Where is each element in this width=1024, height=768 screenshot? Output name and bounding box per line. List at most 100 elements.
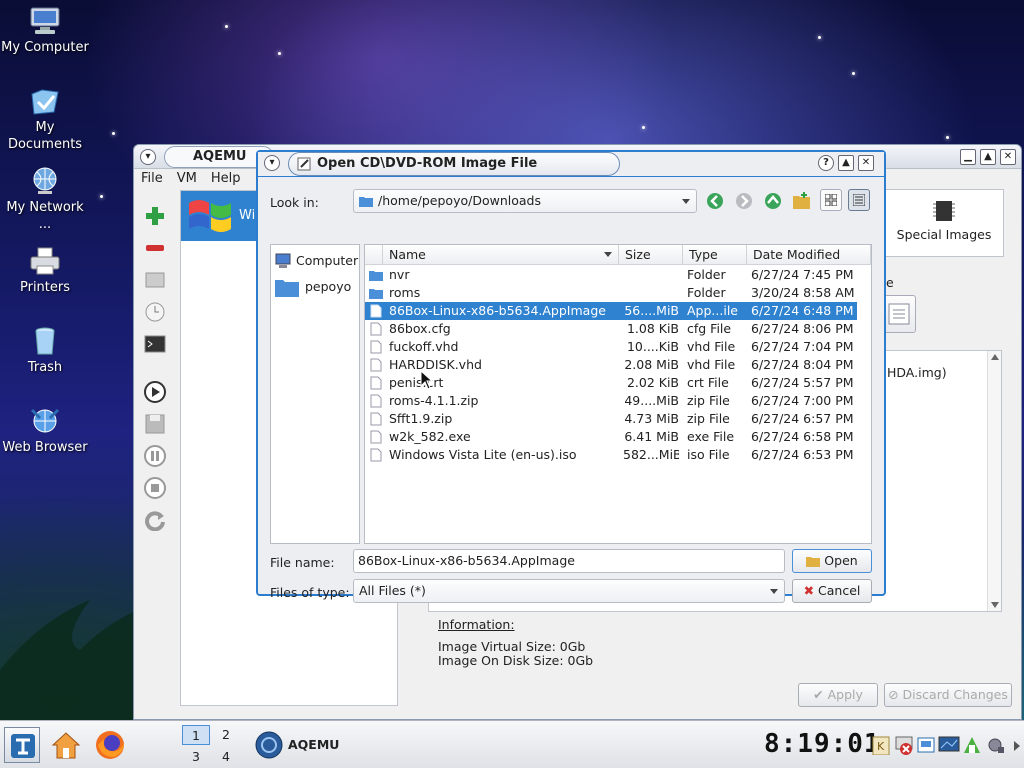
dialog-title-text: Open CD\DVD-ROM Image File: [317, 156, 538, 171]
grid-view-icon: [825, 194, 837, 206]
forward-icon[interactable]: [734, 191, 754, 211]
stop-button[interactable]: [142, 475, 168, 501]
desktop-icon-label: My Computer: [1, 40, 89, 55]
minimize-button[interactable]: ▁: [960, 149, 976, 165]
file-name: fuckoff.vhd: [389, 339, 459, 354]
plus-icon: [146, 207, 164, 225]
workspace-4[interactable]: 4: [212, 747, 240, 767]
sidebar-item-computer[interactable]: Computer: [275, 251, 359, 271]
terminal-button[interactable]: [142, 331, 168, 357]
reset-button[interactable]: [142, 507, 168, 533]
workspace-3[interactable]: 3: [182, 747, 210, 767]
file-row[interactable]: Sfft1.9.zip 4.73 MiB zip File 6/27/24 6:57 …: [365, 410, 857, 428]
discard-changes-button[interactable]: ⊘ Discard Changes: [884, 683, 1012, 707]
task-aqemu[interactable]: AQEMU: [250, 727, 370, 763]
file-size: 10....KiB: [626, 339, 679, 354]
desktop-icon-web-browser[interactable]: Web Browser: [0, 406, 90, 456]
display-icon[interactable]: [938, 735, 960, 755]
column-header-date[interactable]: Date Modified: [747, 245, 871, 265]
cancel-button[interactable]: ✖ Cancel: [792, 579, 872, 603]
pause-button[interactable]: [142, 443, 168, 469]
back-icon[interactable]: [705, 191, 725, 211]
scroll-down-icon[interactable]: [991, 602, 999, 608]
start-button[interactable]: [142, 379, 168, 405]
desktop-icon-my-documents[interactable]: My Documents: [0, 86, 90, 153]
vm-settings-button[interactable]: [142, 267, 168, 293]
scroll-up-icon[interactable]: [991, 354, 999, 360]
file-row[interactable]: w2k_582.exe 6.41 MiB exe File 6/27/24 6:58 …: [365, 428, 857, 446]
save-state-button[interactable]: [142, 411, 168, 437]
klipper-icon[interactable]: K: [872, 735, 890, 755]
special-images-tab[interactable]: Special Images: [884, 189, 1004, 257]
desktop-icon-my-network[interactable]: My Network ...: [0, 166, 90, 233]
workspace-2[interactable]: 2: [212, 725, 240, 745]
firefox-icon[interactable]: [94, 729, 126, 761]
file-size: 582...MiB: [623, 447, 679, 462]
new-folder-icon[interactable]: [792, 191, 812, 211]
remove-vm-button[interactable]: [142, 235, 168, 261]
file-row[interactable]: penis.crt 2.02 KiB crt File 6/27/24 5:57 PM: [365, 374, 857, 392]
maximize-button[interactable]: ▲: [980, 149, 996, 165]
file-icon: [370, 394, 382, 408]
file-type: iso File: [687, 447, 730, 462]
detail-view-button[interactable]: [848, 189, 870, 211]
file-row[interactable]: Windows Vista Lite (en-us).iso 582...MiB i…: [365, 446, 857, 464]
chip-icon: [933, 201, 955, 221]
add-vm-button[interactable]: [142, 203, 168, 229]
home-folder-icon: [275, 280, 299, 297]
file-row[interactable]: HARDDISK.vhd 2.08 MiB vhd File 6/27/24 8:04…: [365, 356, 857, 374]
network-disconnected-icon[interactable]: [894, 735, 914, 755]
vertical-scrollbar[interactable]: [987, 351, 1001, 611]
settings-wrench-icon[interactable]: [986, 735, 1006, 755]
information-label: Information:: [438, 617, 515, 632]
window-menu-button[interactable]: ▾: [140, 149, 156, 165]
desktop-icon-printers[interactable]: Printers: [0, 246, 90, 296]
file-name-input[interactable]: 86Box-Linux-x86-b5634.AppImage: [353, 549, 785, 573]
column-header-name[interactable]: Name: [383, 245, 619, 265]
clock-icon: [145, 302, 165, 322]
tray-expand-icon[interactable]: [1014, 741, 1020, 751]
update-icon[interactable]: [962, 735, 982, 755]
look-in-combo[interactable]: /home/pepoyo/Downloads: [353, 189, 697, 213]
column-header-size[interactable]: Size: [619, 245, 683, 265]
file-row[interactable]: 86box.cfg 1.08 KiB cfg File 6/27/24 8:06 PM: [365, 320, 857, 338]
file-row[interactable]: nvr Folder 6/27/24 7:45 PM: [365, 266, 857, 284]
sort-arrow-icon: [604, 252, 612, 257]
file-row[interactable]: roms Folder 3/20/24 8:58 AM: [365, 284, 857, 302]
help-button[interactable]: ?: [818, 155, 834, 171]
open-button[interactable]: Open: [792, 549, 872, 573]
column-header-type[interactable]: Type: [683, 245, 747, 265]
file-icon: [370, 376, 382, 390]
menu-help[interactable]: Help: [204, 169, 248, 188]
file-date: 6/27/24 6:57 PM: [751, 411, 854, 426]
desktop-icon-trash[interactable]: Trash: [0, 326, 90, 376]
desktop-icon-my-computer[interactable]: My Computer: [0, 6, 90, 56]
menu-vm[interactable]: VM: [170, 169, 204, 188]
files-of-type-combo[interactable]: All Files (*): [353, 579, 785, 603]
dialog-menu-button[interactable]: ▾: [264, 155, 280, 171]
dialog-close-button[interactable]: ✕: [858, 155, 874, 171]
look-in-value: /home/pepoyo/Downloads: [378, 193, 541, 208]
clock[interactable]: 8:19:01: [764, 729, 881, 759]
close-button[interactable]: ✕: [1000, 149, 1016, 165]
file-row[interactable]: fuckoff.vhd 10....KiB vhd File 6/27/24 7:04…: [365, 338, 857, 356]
apply-button[interactable]: ✔ Apply: [798, 683, 878, 707]
home-icon[interactable]: [50, 729, 82, 761]
workspace-1[interactable]: 1: [182, 725, 210, 745]
icon-view-button[interactable]: [820, 189, 842, 211]
file-icon: [370, 358, 382, 372]
file-type: crt File: [687, 375, 729, 390]
kde-logo-icon: [11, 734, 35, 758]
file-row[interactable]: 86Box-Linux-x86-b5634.AppImage 56....MiB A…: [365, 302, 857, 320]
file-type: zip File: [687, 393, 730, 408]
sidebar-item-pepoyo[interactable]: pepoyo: [275, 275, 359, 299]
start-menu-button[interactable]: [4, 727, 40, 763]
file-row[interactable]: roms-4.1.1.zip 49....MiB zip File 6/27/24 7…: [365, 392, 857, 410]
clock-button[interactable]: [142, 299, 168, 325]
menu-file[interactable]: File: [134, 169, 170, 188]
pause-icon: [144, 445, 166, 467]
dialog-titlebar[interactable]: ▾ Open CD\DVD-ROM Image File ? ▲ ✕: [258, 152, 884, 176]
dialog-maximize-button[interactable]: ▲: [838, 155, 854, 171]
parent-directory-icon[interactable]: [763, 191, 783, 211]
device-notifier-icon[interactable]: [916, 735, 936, 755]
